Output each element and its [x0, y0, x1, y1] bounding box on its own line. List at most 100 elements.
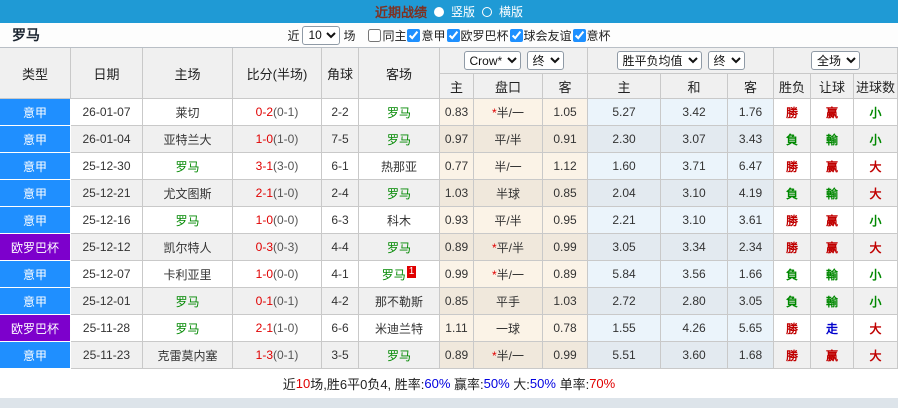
vertical-layout-label[interactable]: 竖版: [451, 3, 475, 20]
cell-avg-away: 1.66: [728, 261, 775, 288]
cell-result-handicap: 赢: [811, 207, 855, 234]
summary-segment: 赢率:: [450, 377, 484, 392]
cell-avg-draw: 3.42: [661, 99, 729, 126]
cell-corners: 4-2: [322, 288, 359, 315]
filter-checkbox-item[interactable]: 同主: [367, 27, 406, 44]
away-team-name: 罗马: [386, 348, 411, 363]
cell-date: 25-12-16: [71, 207, 143, 234]
league-filters: 同主 意甲 欧罗巴杯 球会友谊 意杯: [358, 27, 611, 44]
cell-odds-home: 0.89: [440, 234, 474, 261]
halftime-score: (0-1): [273, 105, 299, 119]
cell-avg-away: 3.43: [728, 126, 775, 153]
filter-checkbox-item[interactable]: 球会友谊: [509, 27, 572, 44]
results-table: 类型 日期 主场 比分(半场) 角球 客场 Crow* 终 胜平负均值 终 全场…: [0, 48, 898, 369]
cell-result-winloss: 勝: [774, 207, 812, 234]
halftime-score: (1-0): [273, 132, 299, 146]
fulltime-score: 0-3: [255, 240, 273, 254]
fulltime-score: 1-0: [255, 267, 273, 281]
cell-avg-home: 3.05: [588, 234, 662, 261]
filter-checkbox[interactable]: [509, 28, 523, 42]
filter-checkbox[interactable]: [572, 28, 586, 42]
col-header-corners: 角球: [322, 48, 359, 99]
home-team-name: 克雷莫内塞: [157, 348, 218, 363]
handicap-text: 平手: [495, 294, 520, 309]
halftime-score: (0-1): [273, 294, 299, 308]
cell-corners: 3-5: [322, 342, 359, 369]
recent-results-panel: 近期战绩 竖版 横版 罗马 近 10 场 同主 意甲 欧罗巴杯 球会友谊 意杯 类型 日…: [0, 0, 898, 408]
odds-source-select[interactable]: Crow*: [463, 51, 521, 70]
cell-handicap: *平/半: [474, 234, 543, 261]
horizontal-layout-label[interactable]: 横版: [499, 3, 523, 20]
table-row: 意甲 25-12-07 卡利亚里 1-0(0-0) 4-1 罗马 1 0.99 *…: [0, 261, 898, 288]
fulltime-score: 2-1: [255, 321, 273, 335]
cell-handicap: 平/半: [474, 207, 543, 234]
cell-odds-away: 0.99: [543, 234, 589, 261]
cell-odds-home: 0.89: [440, 342, 474, 369]
cell-away-team: 热那亚: [359, 153, 440, 180]
cell-away-team: 罗马 1: [359, 261, 440, 288]
cell-date: 25-12-12: [71, 234, 143, 261]
summary-segment: 60%: [424, 376, 451, 391]
subheader-wdl-home: 主: [588, 74, 662, 99]
away-team-name: 罗马: [381, 267, 406, 282]
cell-home-team: 罗马: [143, 153, 233, 180]
filter-checkbox[interactable]: [368, 28, 382, 42]
filter-checkbox[interactable]: [446, 28, 460, 42]
cell-avg-home: 1.60: [588, 153, 662, 180]
cell-odds-away: 1.05: [543, 99, 589, 126]
cell-result-handicap: 赢: [811, 99, 855, 126]
away-team-name: 罗马: [386, 186, 411, 201]
filter-checkbox-item[interactable]: 欧罗巴杯: [446, 27, 509, 44]
filter-checkbox-label: 意甲: [421, 28, 446, 43]
filter-checkbox-item[interactable]: 意杯: [572, 27, 611, 44]
match-count-select[interactable]: 10: [302, 25, 341, 45]
fulltime-score: 1-3: [255, 348, 273, 362]
scope-select[interactable]: 全场: [811, 51, 861, 70]
cell-result-handicap: 輸: [811, 261, 855, 288]
horizontal-layout-radio-icon[interactable]: [482, 6, 492, 17]
table-row: 意甲 25-11-23 克雷莫内塞 1-3(0-1) 3-5 罗马 0.89 *…: [0, 342, 898, 369]
away-team-name: 热那亚: [380, 159, 417, 174]
cell-league: 意甲: [0, 126, 71, 153]
table-row: 意甲 26-01-04 亚特兰大 1-0(1-0) 7-5 罗马 0.97 平/…: [0, 126, 898, 153]
away-team-name: 米迪兰特: [374, 321, 423, 336]
away-team-name: 科木: [386, 213, 411, 228]
cell-avg-away: 2.34: [728, 234, 775, 261]
cell-handicap: 半球: [474, 180, 543, 207]
cell-date: 25-11-28: [71, 315, 143, 342]
cell-avg-away: 3.05: [728, 288, 775, 315]
cell-away-team: 罗马: [359, 342, 440, 369]
cell-avg-draw: 3.34: [661, 234, 729, 261]
handicap-text: 半/一: [496, 348, 524, 363]
cell-result-winloss: 負: [774, 261, 812, 288]
cell-avg-home: 2.72: [588, 288, 662, 315]
home-team-name: 亚特兰大: [163, 132, 212, 147]
fulltime-score: 3-1: [255, 159, 273, 173]
cell-league: 欧罗巴杯: [0, 234, 71, 261]
cell-score: 0-3(0-3): [233, 234, 322, 261]
wdl-source-select[interactable]: 胜平负均值: [616, 51, 702, 70]
card-badge: 1: [406, 265, 417, 278]
fulltime-score: 0-2: [255, 105, 273, 119]
table-row: 意甲 26-01-07 莱切 0-2(0-1) 2-2 罗马 0.83 *半/一…: [0, 99, 898, 126]
cell-odds-away: 1.03: [543, 288, 589, 315]
subheader-goals: 进球数: [854, 74, 898, 99]
cell-avg-draw: 3.71: [661, 153, 729, 180]
filter-checkbox[interactable]: [407, 28, 421, 42]
odds-time-select-1[interactable]: 终: [526, 51, 564, 70]
handicap-text: 平/半: [494, 132, 522, 147]
cell-odds-away: 0.99: [543, 342, 589, 369]
cell-odds-away: 0.85: [543, 180, 589, 207]
subheader-handicap-home: 主: [440, 74, 474, 99]
cell-corners: 2-2: [322, 99, 359, 126]
cell-home-team: 罗马: [143, 288, 233, 315]
cell-avg-away: 1.76: [728, 99, 775, 126]
cell-score: 3-1(3-0): [233, 153, 322, 180]
vertical-layout-radio-icon[interactable]: [433, 6, 444, 17]
cell-date: 26-01-07: [71, 99, 143, 126]
cell-avg-draw: 3.07: [661, 126, 729, 153]
cell-result-handicap: 赢: [811, 342, 855, 369]
odds-time-select-2[interactable]: 终: [707, 51, 745, 70]
filter-checkbox-item[interactable]: 意甲: [406, 27, 446, 44]
cell-handicap: 半/一: [474, 153, 543, 180]
